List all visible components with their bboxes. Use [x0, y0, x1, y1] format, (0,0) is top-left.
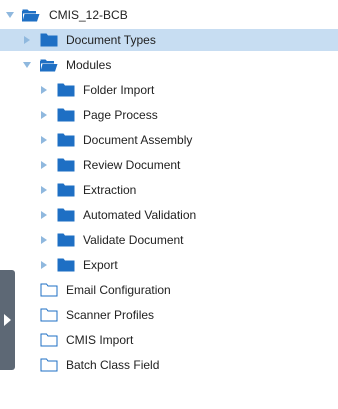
tree-node-module[interactable]: Extraction — [0, 179, 338, 201]
folder-outline-icon — [40, 308, 58, 322]
tree-node-module[interactable]: Review Document — [0, 154, 338, 176]
caret-down-icon[interactable] — [22, 60, 32, 70]
folder-filled-icon — [57, 233, 75, 247]
tree-node-module[interactable]: Automated Validation — [0, 204, 338, 226]
folder-filled-icon — [57, 258, 75, 272]
tree-node-scanner-profiles[interactable]: Scanner Profiles — [0, 304, 338, 326]
tree-node-module[interactable]: Folder Import — [0, 79, 338, 101]
tree-node-label: CMIS_12-BCB — [49, 8, 128, 22]
tree-node-label: Folder Import — [83, 83, 155, 97]
folder-outline-icon — [40, 333, 58, 347]
tree-node-module[interactable]: Page Process — [0, 104, 338, 126]
tree-node-label: CMIS Import — [66, 333, 134, 347]
tree-node-label: Batch Class Field — [66, 358, 160, 372]
tree-node-module[interactable]: Document Assembly — [0, 129, 338, 151]
caret-right-icon[interactable] — [39, 260, 49, 270]
caret-right-icon[interactable] — [22, 35, 32, 45]
folder-filled-icon — [57, 208, 75, 222]
caret-right-icon[interactable] — [39, 110, 49, 120]
caret-down-icon[interactable] — [5, 10, 15, 20]
folder-filled-icon — [57, 108, 75, 122]
caret-right-icon[interactable] — [39, 135, 49, 145]
tree-node-label: Scanner Profiles — [66, 308, 155, 322]
folder-outline-icon — [40, 358, 58, 372]
folder-outline-icon — [40, 283, 58, 297]
panel-expand-toggle[interactable] — [0, 270, 15, 370]
tree-node-label: Document Assembly — [83, 133, 193, 147]
tree-node-module[interactable]: Validate Document — [0, 229, 338, 251]
caret-right-icon[interactable] — [39, 185, 49, 195]
tree-node-modules[interactable]: Modules — [0, 54, 338, 76]
folder-open-icon — [22, 8, 40, 22]
tree-node-email-configuration[interactable]: Email Configuration — [0, 279, 338, 301]
folder-filled-icon — [40, 33, 58, 47]
tree-node-document-types[interactable]: Document Types — [0, 29, 338, 51]
folder-filled-icon — [57, 83, 75, 97]
tree-node-batch-class-field[interactable]: Batch Class Field — [0, 354, 338, 376]
caret-right-icon[interactable] — [39, 160, 49, 170]
tree-node-label: Review Document — [83, 158, 181, 172]
tree-node-label: Document Types — [66, 33, 156, 47]
chevron-right-icon — [3, 313, 12, 327]
tree-node-label: Page Process — [83, 108, 158, 122]
folder-open-icon — [40, 58, 58, 72]
tree-node-label: Extraction — [83, 183, 137, 197]
tree-node-label: Modules — [66, 58, 112, 72]
tree-node-label: Export — [83, 258, 118, 272]
folder-filled-icon — [57, 158, 75, 172]
tree-node-cmis-import[interactable]: CMIS Import — [0, 329, 338, 351]
tree-node-label: Email Configuration — [66, 283, 171, 297]
tree-node-root[interactable]: CMIS_12-BCB — [0, 4, 338, 26]
tree-node-label: Automated Validation — [83, 208, 197, 222]
caret-right-icon[interactable] — [39, 235, 49, 245]
caret-right-icon[interactable] — [39, 85, 49, 95]
folder-filled-icon — [57, 183, 75, 197]
tree-node-module[interactable]: Export — [0, 254, 338, 276]
caret-right-icon[interactable] — [39, 210, 49, 220]
tree-node-label: Validate Document — [83, 233, 184, 247]
folder-filled-icon — [57, 133, 75, 147]
